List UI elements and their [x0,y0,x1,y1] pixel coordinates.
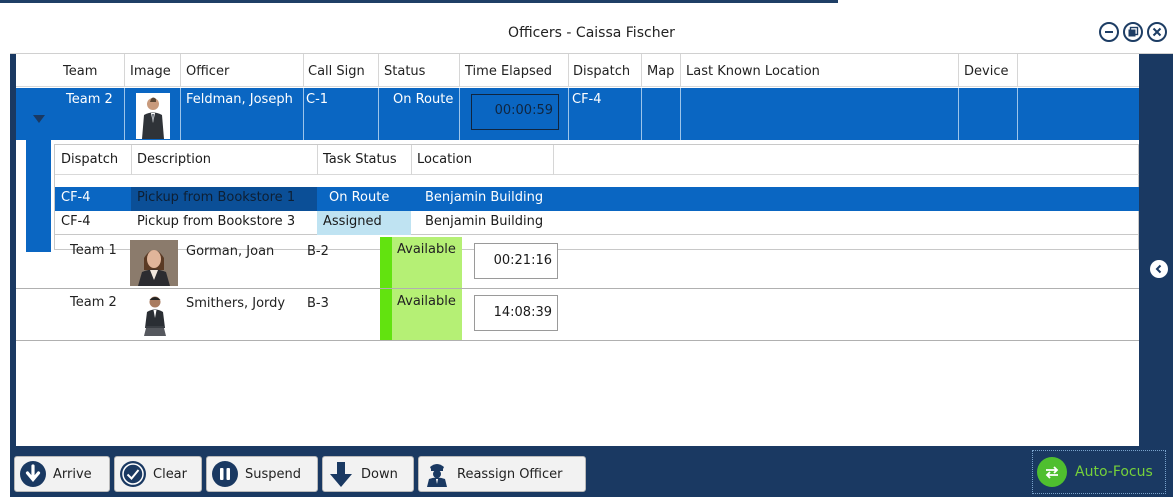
dispatch-detail-header: Dispatch Description Task Status Locatio… [55,145,1139,175]
dispatch-row[interactable]: CF-4 Pickup from Bookstore 3 Assigned Be… [55,211,1139,235]
dispatch-code: CF-4 [61,214,91,229]
officer-photo [140,292,170,338]
auto-focus-icon [1037,457,1067,487]
officer-name: Feldman, Joseph [186,92,293,107]
down-label: Down [361,466,398,482]
call-sign-cell: C-1 [306,92,329,107]
auto-focus-label: Auto-Focus [1075,464,1153,480]
collapse-panel-icon [1155,264,1162,274]
arrive-label: Arrive [53,466,92,482]
suspend-icon [211,460,239,488]
close-button[interactable] [1147,22,1167,42]
col-dispatch[interactable]: Dispatch [573,64,630,79]
col-task-status[interactable]: Task Status [323,152,397,167]
restore-icon [1128,26,1139,37]
team-cell: Team 2 [66,92,113,107]
officer-name: Gorman, Joan [186,244,275,259]
down-icon [327,460,355,488]
reassign-officer-label: Reassign Officer [457,466,563,482]
dispatch-description: Pickup from Bookstore 1 [137,190,296,205]
title-bar: Officers - Caissa Fischer [10,14,1173,54]
officers-window: Officers - Caissa Fischer Team Image Off… [10,14,1173,497]
clear-button[interactable]: Clear [114,456,202,492]
dispatch-code: CF-4 [61,190,91,205]
reassign-officer-button[interactable]: Reassign Officer [418,456,586,492]
call-sign-cell: B-2 [307,244,329,259]
window-title: Officers - Caissa Fischer [508,25,675,41]
col-last-known-location[interactable]: Last Known Location [686,64,820,79]
row-expander[interactable] [26,88,51,140]
officer-photo [130,240,178,286]
grid-header: Team Image Officer Call Sign Status Time… [16,54,1139,87]
status-cell: On Route [393,92,454,107]
minimize-icon [1105,31,1113,33]
auto-focus-toggle[interactable]: Auto-Focus [1032,450,1166,494]
officer-photo [136,93,170,139]
col-device[interactable]: Device [964,64,1008,79]
status-cell: Available [397,294,456,309]
dispatch-cell[interactable]: CF-4 [572,92,602,107]
col-map[interactable]: Map [647,64,674,79]
col-dispatch[interactable]: Dispatch [61,152,118,167]
col-team[interactable]: Team [63,64,97,79]
table-row-selected[interactable]: Team 2 Feldman, Joseph C-1 On Route 00:0… [16,88,1139,140]
action-toolbar: Arrive Clear Suspend Down Reassign Offic… [10,446,1173,497]
close-icon [1152,27,1162,37]
dispatch-location: Benjamin Building [425,190,544,205]
clear-label: Clear [153,466,187,482]
reassign-officer-icon [423,460,451,488]
col-image[interactable]: Image [130,64,171,79]
col-time-elapsed[interactable]: Time Elapsed [465,64,552,79]
collapse-panel-button[interactable] [1150,260,1168,278]
expand-arrow-icon [33,115,45,123]
time-elapsed-box: 00:21:16 [474,243,558,279]
top-accent-line [0,0,838,3]
col-description[interactable]: Description [137,152,211,167]
arrive-icon [19,460,47,488]
col-location[interactable]: Location [417,152,472,167]
col-status[interactable]: Status [384,64,425,79]
arrive-button[interactable]: Arrive [14,456,110,492]
time-elapsed-box: 00:00:59 [471,94,559,130]
dispatch-row-selected[interactable]: CF-4 Pickup from Bookstore 1 On Route Be… [55,187,1139,211]
dispatch-detail-table: Dispatch Description Task Status Locatio… [54,144,1139,250]
call-sign-cell: B-3 [307,296,329,311]
dispatch-description: Pickup from Bookstore 3 [137,214,296,229]
table-row[interactable]: Team 2 Smithers, Jordy B-3 Available 14:… [16,289,1139,341]
down-button[interactable]: Down [322,456,414,492]
table-row[interactable]: Team 1 Gorman, Joan B-2 Available 00:21:… [16,237,1139,289]
team-cell: Team 2 [70,295,117,310]
task-status: On Route [329,190,390,205]
suspend-label: Suspend [245,466,302,482]
clear-icon [119,460,147,488]
suspend-button[interactable]: Suspend [206,456,318,492]
time-elapsed-box: 14:08:39 [474,295,558,331]
officers-grid: Team Image Officer Call Sign Status Time… [16,54,1139,446]
team-cell: Team 1 [70,243,117,258]
minimize-button[interactable] [1099,22,1119,42]
task-status: Assigned [323,214,382,229]
dispatch-location: Benjamin Building [425,214,544,229]
col-call-sign[interactable]: Call Sign [308,64,365,79]
restore-button[interactable] [1123,22,1143,42]
officer-name: Smithers, Jordy [186,296,286,311]
status-cell: Available [397,242,456,257]
col-officer[interactable]: Officer [186,64,229,79]
